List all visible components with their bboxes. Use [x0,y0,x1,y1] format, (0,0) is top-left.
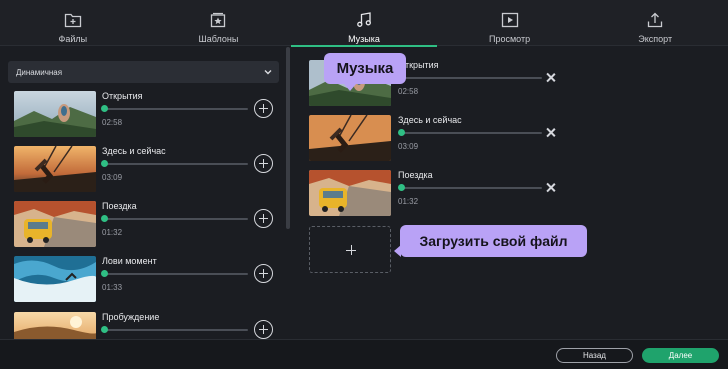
track-progress-bar[interactable] [101,326,248,333]
genre-dropdown[interactable]: Динамичная [8,61,279,83]
track-title: Поездка [102,201,137,211]
library-scrollbar[interactable] [286,47,290,229]
library-track-item[interactable]: Пробуждение [14,312,282,339]
track-duration: 01:32 [398,197,419,206]
add-track-button[interactable] [254,320,273,339]
track-progress-bar[interactable] [398,184,542,191]
export-icon [648,12,663,28]
track-progress-bar[interactable] [101,160,248,167]
library-track-item[interactable]: Лови момент 01:33 [14,256,282,302]
track-progress-bar[interactable] [101,215,248,222]
add-track-button[interactable] [254,209,273,228]
track-title: Здесь и сейчас [398,115,462,125]
progress-knob[interactable] [101,270,108,277]
progress-knob[interactable] [101,105,108,112]
selected-track-item: Поездка 01:32 [309,170,569,216]
track-title: Открытия [102,91,143,101]
remove-track-button[interactable] [546,183,556,193]
music-library-panel: Динамичная Открытия 02:58 Здесь и сейчас… [0,47,290,339]
music-note-icon [357,12,371,27]
library-track-item[interactable]: Открытия 02:58 [14,91,282,137]
track-thumbnail [14,256,96,302]
track-title: Лови момент [102,256,157,266]
add-track-button[interactable] [254,99,273,118]
track-duration: 01:32 [102,228,123,237]
next-button[interactable]: Далее [642,348,719,363]
tab-export[interactable]: Экспорт [582,0,728,46]
preview-play-icon [501,12,518,28]
progress-knob[interactable] [101,326,108,333]
files-icon [64,13,81,28]
track-duration: 02:58 [398,87,419,96]
track-duration: 02:58 [102,118,123,127]
selected-track-item: Здесь и сейчас 03:09 [309,115,569,161]
track-thumbnail [309,115,391,161]
chevron-down-icon [264,70,272,75]
tab-templates-label: Шаблоны [198,34,239,44]
track-duration: 03:09 [398,142,419,151]
track-thumbnail [309,170,391,216]
track-title: Здесь и сейчас [102,146,166,156]
top-navigation: Файлы Шаблоны Музыка Просмотр Экспорт [0,0,728,47]
track-progress-bar[interactable] [101,105,248,112]
track-progress-bar[interactable] [398,74,542,81]
back-button[interactable]: Назад [556,348,633,363]
genre-dropdown-value: Динамичная [16,67,63,77]
tab-templates[interactable]: Шаблоны [146,0,292,46]
tab-music[interactable]: Музыка [291,0,437,47]
upload-file-dropzone[interactable] [309,226,391,273]
plus-icon [346,245,356,255]
tab-music-label: Музыка [348,34,380,44]
remove-track-button[interactable] [546,73,556,83]
remove-track-button[interactable] [546,128,556,138]
track-duration: 01:33 [102,283,123,292]
upload-callout-tooltip: Загрузить свой файл [394,225,587,257]
library-track-item[interactable]: Поездка 01:32 [14,201,282,247]
tab-files-label: Файлы [58,34,88,44]
music-callout-tooltip: Музыка [324,53,406,91]
app-window: Файлы Шаблоны Музыка Просмотр Экспорт Ди… [0,0,728,369]
library-track-item[interactable]: Здесь и сейчас 03:09 [14,146,282,192]
tab-preview[interactable]: Просмотр [437,0,583,46]
track-title: Поездка [398,170,433,180]
progress-knob[interactable] [101,215,108,222]
track-title: Пробуждение [102,312,160,322]
progress-knob[interactable] [398,184,405,191]
progress-knob[interactable] [398,129,405,136]
tab-export-label: Экспорт [638,34,673,44]
add-track-button[interactable] [254,154,273,173]
templates-icon [211,12,226,28]
tab-files[interactable]: Файлы [0,0,146,46]
track-progress-bar[interactable] [398,129,542,136]
track-thumbnail [14,201,96,247]
track-progress-bar[interactable] [101,270,248,277]
track-thumbnail [14,312,96,339]
track-thumbnail [14,91,96,137]
tab-preview-label: Просмотр [489,34,531,44]
footer-bar: Назад Далее [0,339,728,369]
track-duration: 03:09 [102,173,123,182]
progress-knob[interactable] [101,160,108,167]
track-thumbnail [14,146,96,192]
add-track-button[interactable] [254,264,273,283]
